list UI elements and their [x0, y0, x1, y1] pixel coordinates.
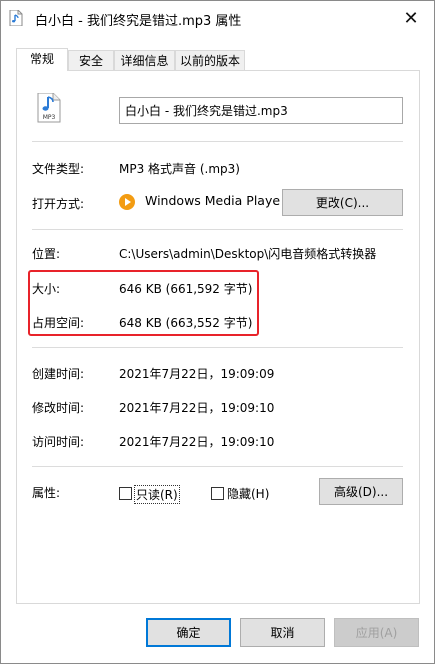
cancel-button[interactable]: 取消	[240, 618, 325, 647]
general-panel: MP3 白小白 - 我们终究是错过.mp3 文件类型: MP3 格式声音 (.m…	[16, 70, 420, 604]
created-label: 创建时间:	[32, 367, 85, 381]
change-button[interactable]: 更改(C)...	[282, 189, 403, 216]
apply-button[interactable]: 应用(A)	[334, 618, 419, 647]
music-file-icon	[9, 10, 23, 26]
attributes-label: 属性:	[32, 486, 61, 500]
hidden-label[interactable]: 隐藏(H)	[227, 485, 269, 502]
accessed-label: 访问时间:	[32, 435, 85, 449]
size-value: 646 KB (661,592 字节)	[119, 282, 253, 296]
size-on-disk-value: 648 KB (663,552 字节)	[119, 316, 253, 330]
modified-value: 2021年7月22日，19:09:10	[119, 401, 275, 415]
hidden-checkbox[interactable]	[211, 487, 224, 500]
file-type-label: 文件类型:	[32, 162, 85, 176]
close-button[interactable]: ✕	[388, 1, 434, 35]
window-title: 白小白 - 我们终究是错过.mp3 属性	[35, 14, 242, 29]
size-label: 大小:	[32, 282, 61, 296]
accessed-value: 2021年7月22日，19:09:10	[119, 435, 275, 449]
file-type-value: MP3 格式声音 (.mp3)	[119, 162, 240, 176]
size-on-disk-label: 占用空间:	[32, 316, 85, 330]
windows-media-player-icon	[119, 194, 135, 210]
location-label: 位置:	[32, 247, 61, 261]
close-icon: ✕	[403, 7, 419, 29]
divider	[32, 466, 403, 467]
ok-button[interactable]: 确定	[146, 618, 231, 647]
open-with-app: Windows Media Playe	[145, 193, 281, 208]
location-value: C:\Users\admin\Desktop\闪电音频格式转换器	[119, 247, 377, 261]
readonly-checkbox[interactable]	[119, 487, 132, 500]
divider	[32, 347, 403, 348]
tab-security[interactable]: 安全	[68, 50, 114, 70]
divider	[32, 229, 403, 230]
mp3-icon-caption: MP3	[43, 114, 56, 121]
open-with-label: 打开方式:	[32, 197, 85, 211]
created-value: 2021年7月22日，19:09:09	[119, 367, 275, 381]
tab-previous-versions[interactable]: 以前的版本	[175, 50, 245, 70]
mp3-file-icon: MP3	[37, 93, 61, 123]
file-name-input[interactable]: 白小白 - 我们终究是错过.mp3	[119, 97, 403, 124]
advanced-button[interactable]: 高级(D)...	[319, 478, 403, 505]
tab-general[interactable]: 常规	[16, 48, 68, 71]
readonly-label[interactable]: 只读(R)	[134, 485, 180, 504]
properties-window: 白小白 - 我们终究是错过.mp3 属性 ✕ 常规 安全 详细信息 以前的版本 …	[0, 0, 435, 664]
tab-details[interactable]: 详细信息	[114, 50, 175, 70]
modified-label: 修改时间:	[32, 401, 85, 415]
divider	[32, 141, 403, 142]
title-bar[interactable]: 白小白 - 我们终究是错过.mp3 属性 ✕	[1, 1, 434, 35]
